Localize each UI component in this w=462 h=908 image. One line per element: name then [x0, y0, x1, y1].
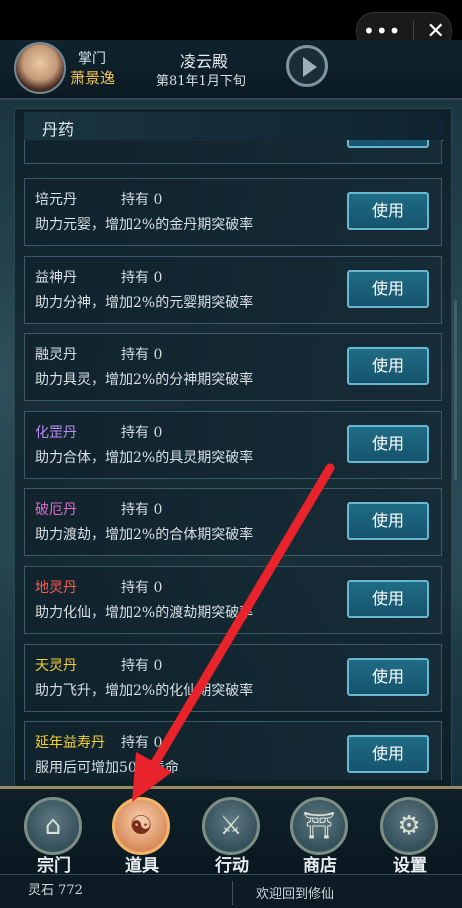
pill-count: 持有 0	[121, 502, 163, 519]
use-button[interactable]: 使用	[347, 502, 429, 541]
panel-title: 丹药	[42, 120, 75, 139]
pill-name: 培元丹	[35, 192, 77, 208]
nav-tab-4[interactable]: ⚙ 设置	[378, 795, 442, 876]
pill-description: 助力飞升，增加2%的化仙期突破率	[35, 682, 254, 699]
pill-count: 持有 0	[121, 424, 163, 441]
pill-description: 服用后可增加50年寿命	[35, 760, 179, 777]
pill-count: 持有 0	[121, 269, 163, 286]
list-item: 融灵丹 持有 0 助力具灵，增加2%的分神期突破率 使用	[24, 333, 442, 402]
spirit-stones: 灵石 772	[28, 883, 83, 898]
gear-icon: ⚙	[380, 797, 438, 855]
pill-name: 益神丹	[35, 269, 77, 286]
pill-description: 助力具灵，增加2%的分神期突破率	[35, 372, 254, 389]
sword-icon: ⚔	[202, 797, 260, 855]
nav-label: 行动	[215, 856, 249, 876]
avatar[interactable]	[14, 42, 66, 94]
pill-description: 助力化仙，增加2%的渡劫期突破率	[35, 605, 254, 621]
location-title: 凌云殿	[180, 52, 229, 71]
shop-icon: ⛩	[290, 797, 348, 855]
use-button[interactable]: 使用	[347, 580, 429, 618]
pill-description: 助力分神，增加2%的元婴期突破率	[35, 294, 254, 311]
bag-icon: ☯	[112, 797, 170, 855]
nav-tab-0[interactable]: ⌂ 宗门	[22, 795, 86, 876]
list-item: 破厄丹 持有 0 助力渡劫，增加2%的合体期突破率 使用	[24, 488, 442, 557]
panel-title-bar: 丹药	[24, 112, 444, 141]
sect-icon: ⌂	[24, 797, 82, 855]
game-header: 掌门 萧景逸 凌云殿 第81年1月下旬	[0, 40, 462, 100]
player-name: 萧景逸	[70, 69, 116, 87]
nav-tab-1[interactable]: ☯ 道具	[110, 795, 174, 876]
welcome-message: 欢迎回到修仙	[256, 887, 335, 902]
pill-list[interactable]: 培元丹 持有 0 助力元婴，增加2%的金丹期突破率 使用 益神丹 持有 0 助力分神，增加2…	[24, 140, 444, 780]
use-button[interactable]	[347, 140, 429, 148]
list-item: 益神丹 持有 0 助力分神，增加2%的元婴期突破率 使用	[24, 255, 442, 324]
pill-count: 持有 0	[121, 192, 163, 208]
pill-count: 持有 0	[121, 735, 163, 752]
nav-label: 设置	[393, 856, 427, 876]
nav-tab-3[interactable]: ⛩ 商店	[288, 795, 352, 876]
status-footer: 灵石 772 欢迎回到修仙	[0, 874, 462, 908]
player-rank: 掌门	[78, 51, 106, 67]
game-date: 第81年1月下旬	[156, 74, 246, 89]
use-button[interactable]: 使用	[347, 269, 429, 308]
capsule-divider	[413, 21, 415, 41]
bottom-nav: ⌂ 宗门 ☯ 道具 ⚔ 行动 ⛩ 商店 ⚙ 设置	[0, 786, 462, 877]
list-item: 地灵丹 持有 0 助力化仙，增加2%的渡劫期突破率 使用	[24, 566, 442, 634]
nav-label: 道具	[125, 856, 159, 876]
use-button[interactable]: 使用	[347, 735, 429, 774]
pill-count: 持有 0	[121, 657, 163, 674]
nav-label: 商店	[303, 856, 337, 876]
use-button[interactable]: 使用	[347, 347, 429, 386]
play-icon[interactable]	[286, 45, 328, 87]
pill-description: 助力合体，增加2%的具灵期突破率	[35, 449, 254, 466]
use-button[interactable]: 使用	[347, 192, 429, 230]
list-item: 培元丹 持有 0 助力元婴，增加2%的金丹期突破率 使用	[24, 178, 442, 246]
pill-name: 融灵丹	[35, 347, 77, 364]
pill-description: 助力元婴，增加2%的金丹期突破率	[35, 217, 254, 233]
pill-count: 持有 0	[121, 347, 163, 364]
footer-divider	[232, 881, 233, 905]
list-item: 延年益寿丹 持有 0 服用后可增加50年寿命 使用	[24, 721, 442, 780]
top-bar: ••• ✕	[0, 0, 462, 50]
pill-description: 助力渡劫，增加2%的合体期突破率	[35, 527, 254, 544]
list-item	[24, 140, 442, 164]
pill-name: 破厄丹	[35, 502, 77, 519]
use-button[interactable]: 使用	[347, 424, 429, 463]
nav-tab-2[interactable]: ⚔ 行动	[200, 795, 264, 876]
scrollbar[interactable]	[454, 300, 457, 480]
pill-name: 天灵丹	[35, 657, 77, 674]
list-item: 天灵丹 持有 0 助力飞升，增加2%的化仙期突破率 使用	[24, 643, 442, 712]
more-icon[interactable]: •••	[363, 21, 401, 41]
list-item: 化罡丹 持有 0 助力合体，增加2%的具灵期突破率 使用	[24, 410, 442, 479]
pill-count: 持有 0	[121, 580, 163, 596]
use-button[interactable]: 使用	[347, 657, 429, 696]
nav-label: 宗门	[37, 856, 71, 876]
pill-name: 化罡丹	[35, 424, 77, 441]
pill-name: 地灵丹	[35, 580, 77, 596]
pill-name: 延年益寿丹	[35, 735, 105, 752]
